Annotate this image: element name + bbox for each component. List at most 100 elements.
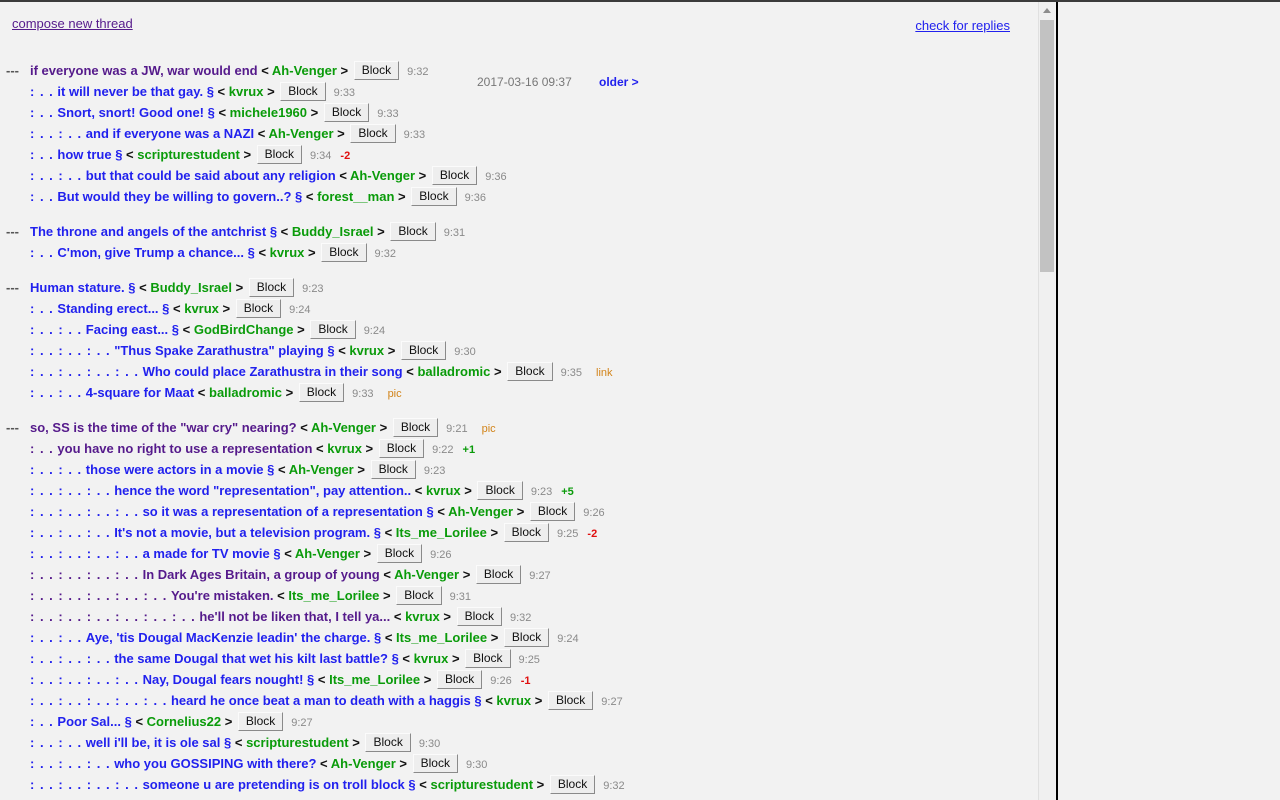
author-link[interactable]: kvrux	[229, 84, 264, 99]
block-button[interactable]: Block	[237, 712, 284, 732]
thread-title-link[interactable]: but that could be said about any religio…	[86, 168, 336, 183]
section-symbol-icon[interactable]: §	[324, 343, 334, 358]
block-button[interactable]: Block	[547, 691, 594, 711]
thread-title-link[interactable]: a made for TV movie	[143, 546, 270, 561]
author-link[interactable]: Its_me_Lorilee	[396, 525, 487, 540]
section-symbol-icon[interactable]: §	[291, 189, 302, 204]
section-symbol-icon[interactable]: §	[112, 147, 122, 162]
block-button[interactable]: Block	[392, 418, 439, 438]
thread-title-link[interactable]: Aye, 'tis Dougal MacKenzie leadin' the c…	[86, 630, 371, 645]
thread-title-link[interactable]: heard he once beat a man to death with a…	[171, 693, 471, 708]
thread-title-link[interactable]: In Dark Ages Britain, a group of young	[143, 567, 380, 582]
thread-title-link[interactable]: he'll not be liken that, I tell ya...	[199, 609, 390, 624]
check-for-replies-link[interactable]: check for replies	[915, 18, 1010, 33]
author-link[interactable]: kvrux	[414, 651, 449, 666]
author-link[interactable]: Ah-Venger	[394, 567, 459, 582]
author-link[interactable]: Ah-Venger	[311, 420, 376, 435]
author-link[interactable]: kvrux	[327, 441, 362, 456]
author-link[interactable]: Its_me_Lorilee	[288, 588, 379, 603]
author-link[interactable]: Ah-Venger	[295, 546, 360, 561]
block-button[interactable]: Block	[321, 243, 367, 263]
block-button[interactable]: Block	[370, 460, 416, 480]
thread-title-link[interactable]: Human stature.	[30, 280, 125, 295]
thread-title-link[interactable]: "Thus Spake Zarathustra" playing	[114, 343, 324, 358]
vertical-scrollbar[interactable]	[1038, 2, 1055, 800]
author-link[interactable]: michele1960	[230, 105, 307, 120]
author-link[interactable]: kvrux	[270, 245, 305, 260]
thread-title-link[interactable]: if everyone was a JW, war would end	[30, 63, 258, 78]
section-symbol-icon[interactable]: §	[159, 301, 169, 316]
thread-title-link[interactable]: Nay, Dougal fears nought!	[143, 672, 304, 687]
thread-title-link[interactable]: 4-square for Maat	[86, 385, 194, 400]
thread-title-link[interactable]: You're mistaken.	[171, 588, 274, 603]
block-button[interactable]: Block	[310, 320, 356, 340]
block-button[interactable]: Block	[529, 502, 576, 522]
author-link[interactable]: scripturestudent	[430, 777, 533, 792]
author-link[interactable]: Buddy_Israel	[292, 224, 374, 239]
attachment-tag-pic[interactable]: pic	[482, 423, 496, 435]
author-link[interactable]: Buddy_Israel	[150, 280, 232, 295]
section-symbol-icon[interactable]: §	[471, 693, 481, 708]
thread-title-link[interactable]: Snort, snort! Good one!	[57, 105, 204, 120]
section-symbol-icon[interactable]: §	[303, 672, 314, 687]
section-symbol-icon[interactable]: §	[388, 651, 399, 666]
author-link[interactable]: Ah-Venger	[448, 504, 513, 519]
block-button[interactable]: Block	[436, 670, 483, 690]
block-button[interactable]: Block	[411, 187, 457, 207]
block-button[interactable]: Block	[503, 523, 549, 543]
section-symbol-icon[interactable]: §	[125, 280, 135, 295]
block-button[interactable]: Block	[235, 299, 282, 319]
thread-title-link[interactable]: someone u are pretending is on troll blo…	[143, 777, 405, 792]
thread-title-link[interactable]: so, SS is the time of the "war cry" near…	[30, 420, 297, 435]
thread-title-link[interactable]: so it was a representation of a represen…	[143, 504, 423, 519]
author-link[interactable]: Cornelius22	[147, 714, 221, 729]
author-link[interactable]: balladromic	[417, 364, 490, 379]
thread-title-link[interactable]: well i'll be, it is ole sal	[86, 735, 221, 750]
author-link[interactable]: balladromic	[209, 385, 282, 400]
section-symbol-icon[interactable]: §	[370, 525, 381, 540]
scroll-up-arrow-icon[interactable]	[1039, 2, 1055, 18]
block-button[interactable]: Block	[396, 586, 442, 606]
author-link[interactable]: kvrux	[184, 301, 219, 316]
author-link[interactable]: Ah-Venger	[272, 63, 337, 78]
author-link[interactable]: Its_me_Lorilee	[396, 630, 487, 645]
section-symbol-icon[interactable]: §	[204, 105, 215, 120]
scrollbar-thumb[interactable]	[1040, 20, 1054, 272]
section-symbol-icon[interactable]: §	[266, 224, 277, 239]
thread-title-link[interactable]: Who could place Zarathustra in their son…	[143, 364, 403, 379]
block-button[interactable]: Block	[350, 124, 396, 144]
author-link[interactable]: scripturestudent	[137, 147, 240, 162]
section-symbol-icon[interactable]: §	[370, 630, 381, 645]
block-button[interactable]: Block	[256, 145, 302, 165]
thread-title-link[interactable]: those were actors in a movie	[86, 462, 264, 477]
thread-title-link[interactable]: It's not a movie, but a television progr…	[114, 525, 370, 540]
section-symbol-icon[interactable]: §	[121, 714, 132, 729]
author-link[interactable]: kvrux	[426, 483, 461, 498]
block-button[interactable]: Block	[390, 222, 436, 242]
attachment-tag-pic[interactable]: pic	[388, 388, 402, 400]
compose-new-thread-link[interactable]: compose new thread	[12, 16, 133, 31]
block-button[interactable]: Block	[323, 103, 370, 123]
author-link[interactable]: forest__man	[317, 189, 394, 204]
block-button[interactable]: Block	[248, 278, 295, 298]
thread-title-link[interactable]: hence the word "representation", pay att…	[114, 483, 411, 498]
block-button[interactable]: Block	[465, 649, 511, 669]
author-link[interactable]: Ah-Venger	[289, 462, 354, 477]
author-link[interactable]: Ah-Venger	[350, 168, 415, 183]
thread-title-link[interactable]: C'mon, give Trump a chance...	[57, 245, 244, 260]
block-button[interactable]: Block	[280, 82, 326, 102]
block-button[interactable]: Block	[378, 439, 425, 459]
block-button[interactable]: Block	[549, 775, 596, 795]
thread-title-link[interactable]: it will never be that gay.	[57, 84, 203, 99]
block-button[interactable]: Block	[456, 607, 502, 627]
thread-title-link[interactable]: and if everyone was a NAZI	[86, 126, 254, 141]
block-button[interactable]: Block	[412, 754, 458, 774]
block-button[interactable]: Block	[376, 544, 423, 564]
author-link[interactable]: GodBirdChange	[194, 322, 294, 337]
thread-title-link[interactable]: you have no right to use a representatio…	[57, 441, 312, 456]
block-button[interactable]: Block	[353, 61, 400, 81]
thread-title-link[interactable]: Facing east...	[86, 322, 168, 337]
section-symbol-icon[interactable]: §	[220, 735, 231, 750]
block-button[interactable]: Block	[298, 383, 345, 403]
thread-title-link[interactable]: how true	[57, 147, 111, 162]
